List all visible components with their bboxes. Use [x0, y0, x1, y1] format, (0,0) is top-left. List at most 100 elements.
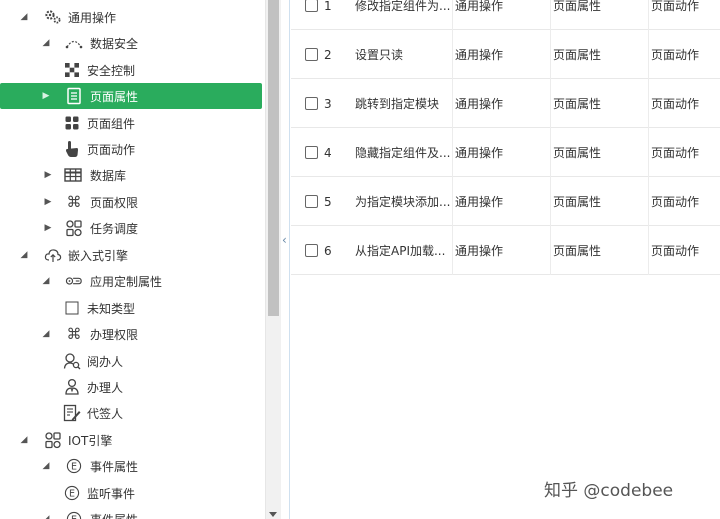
tree-node-label: 事件属性	[90, 459, 139, 474]
cell-category: 通用操作	[453, 128, 551, 177]
tree-node-label: 数据安全	[90, 36, 139, 51]
row-checkbox[interactable]	[305, 48, 318, 61]
tree-node-handling-permissions[interactable]: ◢ ⌘ 办理权限	[0, 321, 266, 347]
collapsed-arrow-icon[interactable]: ▶	[40, 90, 52, 102]
tree-node-label: 办理人	[87, 380, 124, 395]
cell-name: 设置只读	[347, 30, 453, 79]
hand-pointer-icon	[63, 140, 81, 158]
e-circle-icon: E	[65, 510, 83, 519]
row-checkbox[interactable]	[305, 195, 318, 208]
row-select-cell[interactable]: 4	[291, 128, 347, 177]
row-select-cell[interactable]: 3	[291, 79, 347, 128]
tree-node-proxy-signer[interactable]: 代签人	[0, 400, 266, 426]
checker-icon	[63, 61, 81, 79]
cell-subcategory: 页面属性	[551, 128, 649, 177]
scrollbar-thumb[interactable]	[268, 0, 279, 316]
expand-arrow-icon[interactable]: ◢	[40, 328, 52, 340]
cell-subcategory: 页面属性	[551, 79, 649, 128]
tree-node-event-attributes[interactable]: ◢ E 事件属性	[0, 453, 266, 479]
expand-arrow-icon[interactable]: ◢	[18, 11, 30, 23]
tree-node-security-control[interactable]: 安全控制	[0, 57, 266, 83]
tree-node-reader[interactable]: 阅办人	[0, 348, 266, 374]
tree-node-data-security[interactable]: ◢ 数据安全	[0, 30, 266, 56]
tree-node-iot-engine[interactable]: ◢ IOT引擎	[0, 427, 266, 453]
tree-scrollbar[interactable]	[265, 0, 281, 519]
row-select-cell[interactable]: 1	[291, 0, 347, 30]
tree-node-label: 页面动作	[87, 142, 136, 157]
cell-type: 页面动作	[651, 97, 700, 111]
table-row[interactable]: 2 设置只读 通用操作 页面属性 页面动作	[291, 30, 720, 79]
cell-category: 通用操作	[453, 226, 551, 275]
table-row[interactable]: 4 隐藏指定组件及... 通用操作 页面属性 页面动作	[291, 128, 720, 177]
tree-panel: ◢ 通用操作 ◢ 数据安全 安全控制 ▶ 页面属性 页面组件 页面动作 ▶ 数据…	[0, 0, 266, 519]
cell-subcategory: 页面属性	[551, 177, 649, 226]
tree-node-handler[interactable]: 办理人	[0, 374, 266, 400]
cell-name: 从指定API加载...	[347, 226, 453, 275]
tree-node-label: 任务调度	[90, 221, 139, 236]
expand-arrow-icon[interactable]: ◢	[40, 275, 52, 287]
tree-node-page-permissions[interactable]: ▶ ⌘ 页面权限	[0, 189, 266, 215]
tree-node-embedded-engine[interactable]: ◢ 嵌入式引擎	[0, 242, 266, 268]
table-row[interactable]: 3 跳转到指定模块 通用操作 页面属性 页面动作	[291, 79, 720, 128]
tree-node-app-custom-attributes[interactable]: ◢ 应用定制属性	[0, 268, 266, 294]
collapsed-arrow-icon[interactable]: ▶	[42, 196, 54, 208]
tree-node-label: 未知类型	[87, 301, 136, 316]
collapsed-arrow-icon[interactable]: ▶	[42, 222, 54, 234]
row-checkbox[interactable]	[305, 244, 318, 257]
tree-node-label: 页面权限	[90, 195, 139, 210]
collapse-panel-icon[interactable]: ‹	[282, 233, 290, 247]
cloud-upload-icon	[44, 246, 62, 264]
row-number: 1	[324, 0, 332, 13]
cell-name: 跳转到指定模块	[347, 79, 453, 128]
tree-node-page-components[interactable]: 页面组件	[0, 110, 266, 136]
cell-subcategory: 页面属性	[551, 0, 649, 30]
tree-node-page-attributes[interactable]: ▶ 页面属性	[0, 83, 262, 109]
tree-node-unknown-type[interactable]: 未知类型	[0, 295, 266, 321]
sign-icon	[63, 404, 81, 422]
row-select-cell[interactable]: 6	[291, 226, 347, 275]
table-row[interactable]: 6 从指定API加载... 通用操作 页面属性 页面动作	[291, 226, 720, 275]
tree-node-task-scheduling[interactable]: ▶ 任务调度	[0, 215, 266, 241]
svg-text:E: E	[71, 462, 77, 473]
page-icon	[65, 87, 83, 105]
row-select-cell[interactable]: 5	[291, 177, 347, 226]
cell-type: 页面动作	[651, 244, 700, 258]
tree-node-label: 事件属性	[90, 511, 138, 519]
svg-text:E: E	[71, 515, 77, 519]
command-icon: ⌘	[66, 325, 82, 343]
tree-node-database[interactable]: ▶ 数据库	[0, 162, 266, 188]
scroll-down-arrow-icon[interactable]	[269, 512, 277, 517]
tree-node-label: 通用操作	[68, 10, 117, 25]
tree-node-general-ops[interactable]: ◢ 通用操作	[0, 4, 266, 30]
row-select-cell[interactable]: 2	[291, 30, 347, 79]
e-circle-icon: E	[65, 457, 83, 475]
cell-type: 页面动作	[651, 146, 700, 160]
expand-arrow-icon[interactable]: ◢	[40, 460, 52, 472]
tree-node-label: 应用定制属性	[90, 274, 163, 289]
row-checkbox[interactable]	[305, 0, 318, 12]
cell-subcategory: 页面属性	[551, 30, 649, 79]
table-row[interactable]: 5 为指定模块添加... 通用操作 页面属性 页面动作	[291, 177, 720, 226]
row-checkbox[interactable]	[305, 97, 318, 110]
row-number: 4	[324, 145, 332, 160]
tree-node-label: 数据库	[90, 168, 127, 183]
expand-arrow-icon[interactable]: ◢	[18, 249, 30, 261]
tree-node-event-attributes-2[interactable]: ◢ E 事件属性	[0, 506, 266, 519]
row-checkbox[interactable]	[305, 146, 318, 159]
table-row[interactable]: 1 修改指定组件为... 通用操作 页面属性 页面动作	[291, 0, 720, 30]
cell-category: 通用操作	[453, 79, 551, 128]
tree-node-label: 办理权限	[90, 327, 139, 342]
tree-node-listen-events[interactable]: E 监听事件	[0, 480, 266, 506]
row-number: 3	[324, 96, 332, 111]
collapsed-arrow-icon[interactable]: ▶	[42, 169, 54, 181]
expand-arrow-icon[interactable]: ◢	[18, 434, 30, 446]
cell-name: 隐藏指定组件及...	[347, 128, 453, 177]
expand-arrow-icon[interactable]: ◢	[40, 513, 52, 519]
grid-icon	[63, 114, 81, 132]
square-icon	[63, 299, 81, 317]
custom-attr-icon	[65, 272, 83, 290]
expand-arrow-icon[interactable]: ◢	[40, 37, 52, 49]
arc-icon	[65, 34, 83, 52]
panel-splitter[interactable]: ‹	[281, 0, 290, 519]
tree-node-page-actions[interactable]: 页面动作	[0, 136, 266, 162]
